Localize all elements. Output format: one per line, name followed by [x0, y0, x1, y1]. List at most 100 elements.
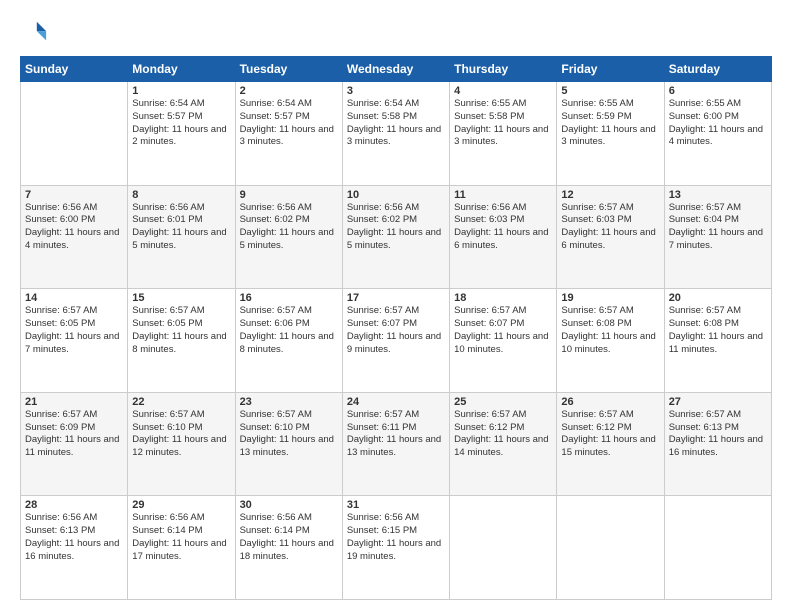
- day-info: Sunrise: 6:56 AMSunset: 6:02 PMDaylight:…: [347, 202, 445, 253]
- calendar-cell: 24Sunrise: 6:57 AMSunset: 6:11 PMDayligh…: [342, 392, 449, 496]
- weekday-header-tuesday: Tuesday: [235, 57, 342, 82]
- calendar-cell: 3Sunrise: 6:54 AMSunset: 5:58 PMDaylight…: [342, 82, 449, 186]
- day-number: 27: [669, 396, 767, 408]
- calendar-cell: [664, 496, 771, 600]
- day-number: 5: [561, 85, 659, 97]
- weekday-header-wednesday: Wednesday: [342, 57, 449, 82]
- day-info: Sunrise: 6:57 AMSunset: 6:09 PMDaylight:…: [25, 409, 123, 460]
- calendar-cell: 16Sunrise: 6:57 AMSunset: 6:06 PMDayligh…: [235, 289, 342, 393]
- day-info: Sunrise: 6:57 AMSunset: 6:10 PMDaylight:…: [132, 409, 230, 460]
- day-number: 9: [240, 189, 338, 201]
- day-number: 22: [132, 396, 230, 408]
- calendar-cell: 19Sunrise: 6:57 AMSunset: 6:08 PMDayligh…: [557, 289, 664, 393]
- day-number: 15: [132, 292, 230, 304]
- calendar-cell: 8Sunrise: 6:56 AMSunset: 6:01 PMDaylight…: [128, 185, 235, 289]
- day-info: Sunrise: 6:57 AMSunset: 6:12 PMDaylight:…: [454, 409, 552, 460]
- calendar-cell: 11Sunrise: 6:56 AMSunset: 6:03 PMDayligh…: [450, 185, 557, 289]
- calendar-cell: 21Sunrise: 6:57 AMSunset: 6:09 PMDayligh…: [21, 392, 128, 496]
- logo: [20, 18, 50, 46]
- calendar-cell: 6Sunrise: 6:55 AMSunset: 6:00 PMDaylight…: [664, 82, 771, 186]
- day-info: Sunrise: 6:57 AMSunset: 6:05 PMDaylight:…: [25, 305, 123, 356]
- day-number: 18: [454, 292, 552, 304]
- day-number: 29: [132, 499, 230, 511]
- calendar-cell: 25Sunrise: 6:57 AMSunset: 6:12 PMDayligh…: [450, 392, 557, 496]
- calendar-cell: 23Sunrise: 6:57 AMSunset: 6:10 PMDayligh…: [235, 392, 342, 496]
- day-number: 7: [25, 189, 123, 201]
- day-info: Sunrise: 6:56 AMSunset: 6:13 PMDaylight:…: [25, 512, 123, 563]
- calendar-cell: 12Sunrise: 6:57 AMSunset: 6:03 PMDayligh…: [557, 185, 664, 289]
- day-info: Sunrise: 6:55 AMSunset: 5:59 PMDaylight:…: [561, 98, 659, 149]
- calendar-cell: 27Sunrise: 6:57 AMSunset: 6:13 PMDayligh…: [664, 392, 771, 496]
- calendar-cell: 26Sunrise: 6:57 AMSunset: 6:12 PMDayligh…: [557, 392, 664, 496]
- page-header: [20, 18, 772, 46]
- day-number: 20: [669, 292, 767, 304]
- day-info: Sunrise: 6:54 AMSunset: 5:57 PMDaylight:…: [132, 98, 230, 149]
- day-number: 21: [25, 396, 123, 408]
- day-info: Sunrise: 6:57 AMSunset: 6:06 PMDaylight:…: [240, 305, 338, 356]
- calendar-cell: 30Sunrise: 6:56 AMSunset: 6:14 PMDayligh…: [235, 496, 342, 600]
- calendar-cell: 4Sunrise: 6:55 AMSunset: 5:58 PMDaylight…: [450, 82, 557, 186]
- day-number: 24: [347, 396, 445, 408]
- day-number: 1: [132, 85, 230, 97]
- calendar-week-row: 21Sunrise: 6:57 AMSunset: 6:09 PMDayligh…: [21, 392, 772, 496]
- day-number: 23: [240, 396, 338, 408]
- day-info: Sunrise: 6:57 AMSunset: 6:08 PMDaylight:…: [669, 305, 767, 356]
- calendar-week-row: 28Sunrise: 6:56 AMSunset: 6:13 PMDayligh…: [21, 496, 772, 600]
- day-info: Sunrise: 6:57 AMSunset: 6:04 PMDaylight:…: [669, 202, 767, 253]
- calendar-cell: 13Sunrise: 6:57 AMSunset: 6:04 PMDayligh…: [664, 185, 771, 289]
- day-number: 13: [669, 189, 767, 201]
- day-number: 11: [454, 189, 552, 201]
- calendar-cell: 29Sunrise: 6:56 AMSunset: 6:14 PMDayligh…: [128, 496, 235, 600]
- day-info: Sunrise: 6:56 AMSunset: 6:14 PMDaylight:…: [240, 512, 338, 563]
- day-number: 3: [347, 85, 445, 97]
- calendar-cell: 18Sunrise: 6:57 AMSunset: 6:07 PMDayligh…: [450, 289, 557, 393]
- day-number: 6: [669, 85, 767, 97]
- calendar-cell: [21, 82, 128, 186]
- weekday-header-row: SundayMondayTuesdayWednesdayThursdayFrid…: [21, 57, 772, 82]
- day-number: 10: [347, 189, 445, 201]
- day-info: Sunrise: 6:57 AMSunset: 6:11 PMDaylight:…: [347, 409, 445, 460]
- day-number: 26: [561, 396, 659, 408]
- day-info: Sunrise: 6:57 AMSunset: 6:07 PMDaylight:…: [347, 305, 445, 356]
- day-info: Sunrise: 6:57 AMSunset: 6:07 PMDaylight:…: [454, 305, 552, 356]
- weekday-header-sunday: Sunday: [21, 57, 128, 82]
- calendar-cell: 28Sunrise: 6:56 AMSunset: 6:13 PMDayligh…: [21, 496, 128, 600]
- day-info: Sunrise: 6:56 AMSunset: 6:02 PMDaylight:…: [240, 202, 338, 253]
- weekday-header-saturday: Saturday: [664, 57, 771, 82]
- day-number: 2: [240, 85, 338, 97]
- day-info: Sunrise: 6:57 AMSunset: 6:13 PMDaylight:…: [669, 409, 767, 460]
- day-number: 12: [561, 189, 659, 201]
- calendar-cell: 20Sunrise: 6:57 AMSunset: 6:08 PMDayligh…: [664, 289, 771, 393]
- calendar-week-row: 7Sunrise: 6:56 AMSunset: 6:00 PMDaylight…: [21, 185, 772, 289]
- calendar-cell: [450, 496, 557, 600]
- day-number: 25: [454, 396, 552, 408]
- day-info: Sunrise: 6:57 AMSunset: 6:12 PMDaylight:…: [561, 409, 659, 460]
- day-number: 4: [454, 85, 552, 97]
- calendar-cell: [557, 496, 664, 600]
- calendar-cell: 10Sunrise: 6:56 AMSunset: 6:02 PMDayligh…: [342, 185, 449, 289]
- calendar-cell: 17Sunrise: 6:57 AMSunset: 6:07 PMDayligh…: [342, 289, 449, 393]
- weekday-header-thursday: Thursday: [450, 57, 557, 82]
- day-info: Sunrise: 6:56 AMSunset: 6:00 PMDaylight:…: [25, 202, 123, 253]
- day-number: 30: [240, 499, 338, 511]
- day-number: 28: [25, 499, 123, 511]
- day-number: 14: [25, 292, 123, 304]
- calendar-week-row: 1Sunrise: 6:54 AMSunset: 5:57 PMDaylight…: [21, 82, 772, 186]
- day-number: 16: [240, 292, 338, 304]
- calendar-cell: 9Sunrise: 6:56 AMSunset: 6:02 PMDaylight…: [235, 185, 342, 289]
- calendar-cell: 31Sunrise: 6:56 AMSunset: 6:15 PMDayligh…: [342, 496, 449, 600]
- day-number: 17: [347, 292, 445, 304]
- day-info: Sunrise: 6:54 AMSunset: 5:58 PMDaylight:…: [347, 98, 445, 149]
- day-info: Sunrise: 6:56 AMSunset: 6:15 PMDaylight:…: [347, 512, 445, 563]
- calendar-cell: 22Sunrise: 6:57 AMSunset: 6:10 PMDayligh…: [128, 392, 235, 496]
- day-info: Sunrise: 6:57 AMSunset: 6:08 PMDaylight:…: [561, 305, 659, 356]
- calendar-cell: 2Sunrise: 6:54 AMSunset: 5:57 PMDaylight…: [235, 82, 342, 186]
- day-info: Sunrise: 6:55 AMSunset: 6:00 PMDaylight:…: [669, 98, 767, 149]
- day-info: Sunrise: 6:55 AMSunset: 5:58 PMDaylight:…: [454, 98, 552, 149]
- calendar-week-row: 14Sunrise: 6:57 AMSunset: 6:05 PMDayligh…: [21, 289, 772, 393]
- day-number: 19: [561, 292, 659, 304]
- weekday-header-friday: Friday: [557, 57, 664, 82]
- day-info: Sunrise: 6:56 AMSunset: 6:01 PMDaylight:…: [132, 202, 230, 253]
- logo-icon: [20, 18, 48, 46]
- calendar-cell: 15Sunrise: 6:57 AMSunset: 6:05 PMDayligh…: [128, 289, 235, 393]
